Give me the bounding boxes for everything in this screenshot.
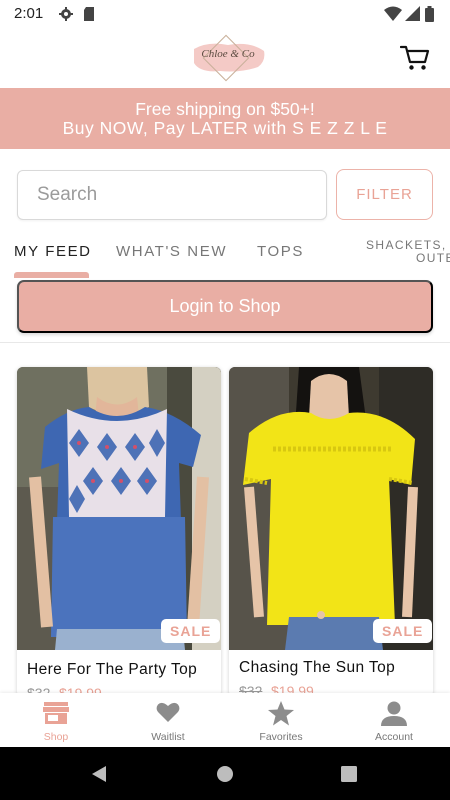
status-bar: 2:01 [0, 0, 450, 28]
product-card[interactable]: SALE Chasing The Sun Top $32 $19.99 [229, 367, 433, 697]
tab-tops[interactable]: TOPS [257, 243, 304, 260]
app-header: Chloe & Co [0, 28, 450, 88]
product-image[interactable] [17, 367, 221, 650]
status-time: 2:01 [14, 5, 44, 22]
section-divider [0, 342, 450, 343]
back-icon[interactable] [90, 765, 108, 783]
sale-badge: SALE [373, 619, 433, 643]
search-input[interactable] [18, 171, 326, 219]
settings-gear-icon [59, 7, 73, 21]
recents-icon[interactable] [341, 766, 357, 782]
nav-waitlist-label: Waitlist [151, 731, 185, 743]
category-tabs: MY FEED WHAT'S NEW TOPS SHACKETS, OUTE [0, 230, 450, 278]
promo-line-1: Free shipping on $50+! [135, 99, 315, 119]
nav-account[interactable]: Account [338, 693, 450, 747]
nav-favorites[interactable]: Favorites [225, 693, 337, 747]
star-icon [268, 701, 294, 726]
tab-whats-new[interactable]: WHAT'S NEW [116, 243, 227, 260]
login-to-shop-button[interactable]: Login to Shop [17, 280, 433, 333]
wifi-icon [384, 6, 402, 21]
cell-signal-icon [405, 6, 420, 21]
nav-shop[interactable]: Shop [0, 693, 112, 747]
sd-card-icon [84, 7, 94, 21]
product-card[interactable]: SALE Here For The Party Top $32 $19.99 [17, 367, 221, 697]
heart-icon [156, 702, 180, 722]
tab-my-feed[interactable]: MY FEED [14, 243, 92, 260]
tab-shackets-outerwear[interactable]: SHACKETS, OUTE [366, 239, 450, 265]
promo-banner[interactable]: Free shipping on $50+! Buy NOW, Pay LATE… [0, 88, 450, 149]
product-name[interactable]: Here For The Party Top [27, 661, 197, 679]
tab-shackets-line-2: OUTE [416, 251, 450, 265]
product-image[interactable] [229, 367, 433, 650]
battery-icon [425, 6, 434, 22]
store-icon [43, 702, 69, 724]
nav-shop-label: Shop [43, 731, 69, 743]
product-name[interactable]: Chasing The Sun Top [239, 659, 395, 677]
search-box[interactable] [17, 170, 327, 220]
nav-account-label: Account [375, 731, 413, 743]
person-icon [381, 701, 407, 726]
home-icon[interactable] [216, 765, 234, 783]
sale-badge: SALE [161, 619, 221, 643]
nav-waitlist[interactable]: Waitlist [112, 693, 224, 747]
system-navigation-bar [0, 747, 450, 800]
promo-line-2: Buy NOW, Pay LATER with S E Z Z L E [62, 118, 388, 138]
active-tab-indicator [14, 272, 89, 278]
logo-text: Chloe & Co [201, 48, 255, 60]
filter-button[interactable]: FILTER [336, 169, 433, 220]
bottom-navigation: Shop Waitlist Favorites Account [0, 693, 450, 747]
cart-icon[interactable] [400, 44, 430, 72]
brand-logo[interactable]: Chloe & Co [188, 33, 268, 83]
nav-favorites-label: Favorites [259, 731, 303, 743]
